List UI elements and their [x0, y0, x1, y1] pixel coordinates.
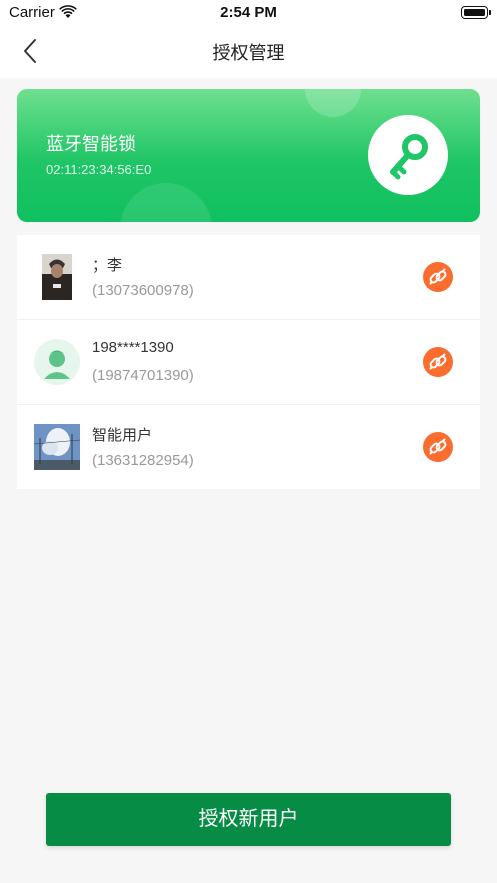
list-item: 198****1390 (19874701390): [17, 320, 480, 405]
decor-bubble: [305, 89, 361, 117]
person-photo: [34, 254, 80, 300]
battery-icon: [461, 6, 488, 19]
top-bar: Carrier 2:54 PM 授权管理: [0, 0, 497, 78]
device-card: 蓝牙智能锁 02:11:23:34:56:E0: [17, 89, 480, 222]
user-phone: (13073600978): [92, 282, 194, 299]
user-phone: (19874701390): [92, 367, 194, 384]
user-phone: (13631282954): [92, 452, 194, 469]
landscape-photo: [34, 424, 80, 470]
add-user-button[interactable]: 授权新用户: [46, 793, 451, 846]
user-name: ；李: [92, 257, 123, 274]
status-bar: Carrier 2:54 PM: [0, 0, 497, 26]
avatar: [34, 339, 80, 385]
authorized-user-list: ；李 (13073600978) 198****1390 (1987470139…: [17, 235, 480, 489]
user-name: 智能用户: [92, 427, 153, 444]
unbind-user-button[interactable]: [423, 432, 453, 462]
unbind-user-button[interactable]: [423, 347, 453, 377]
clock: 2:54 PM: [220, 4, 277, 21]
page-title: 授权管理: [212, 43, 285, 63]
unbind-user-button[interactable]: [423, 262, 453, 292]
unlink-icon: [429, 353, 447, 370]
key-icon: [390, 134, 428, 180]
device-mac-address: 02:11:23:34:56:E0: [46, 162, 152, 177]
user-name: 198****1390: [92, 339, 174, 356]
unlink-icon: [429, 268, 447, 285]
key-badge: [368, 115, 448, 195]
default-avatar-icon: [34, 339, 80, 385]
avatar: [34, 424, 80, 470]
unlink-icon: [429, 438, 447, 455]
list-item: 智能用户 (13631282954): [17, 405, 480, 490]
battery-tip: [489, 10, 491, 15]
device-name: 蓝牙智能锁: [46, 134, 136, 154]
avatar: [34, 254, 80, 300]
decor-bubble: [120, 183, 212, 222]
list-item: ；李 (13073600978): [17, 235, 480, 320]
